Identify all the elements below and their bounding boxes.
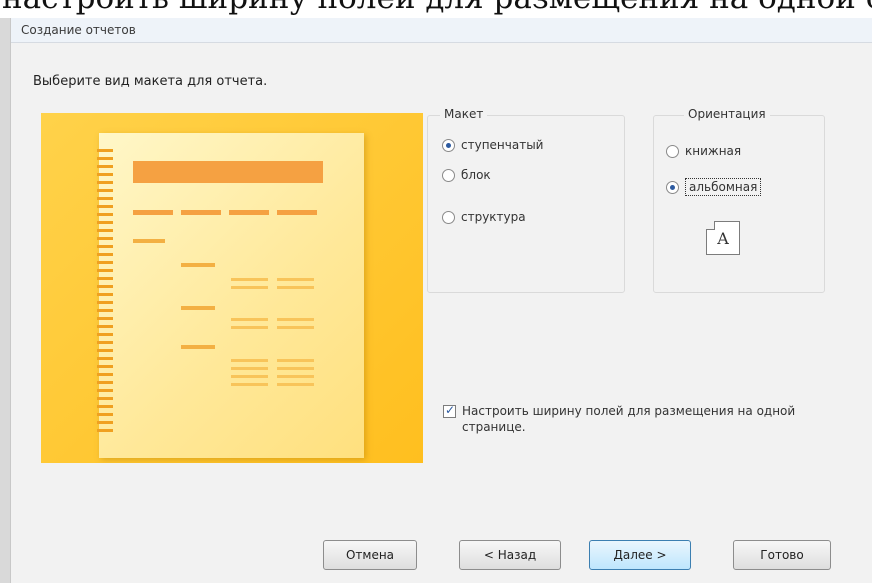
preview-detail-line — [277, 326, 314, 329]
fit-width-option[interactable]: Настроить ширину полей для размещения на… — [443, 402, 832, 435]
orientation-option-portrait[interactable]: книжная — [666, 142, 741, 160]
radio-button-icon[interactable] — [442, 210, 455, 224]
layout-option-outline[interactable]: структура — [442, 208, 526, 226]
landscape-page-icon: A — [706, 221, 740, 255]
fit-width-label: Настроить ширину полей для размещения на… — [462, 404, 796, 434]
orientation-group: Ориентация книжная альбомная A — [653, 107, 825, 293]
preview-group-line — [181, 345, 215, 349]
radio-button-icon[interactable] — [442, 168, 455, 182]
layout-group: Макет ступенчатый блок структура — [427, 107, 625, 293]
window-edge — [0, 18, 10, 583]
page-binding — [97, 149, 113, 433]
preview-detail-line — [277, 278, 314, 281]
preview-detail-line — [231, 326, 268, 329]
layout-preview — [41, 113, 423, 463]
radio-button-icon[interactable] — [442, 138, 455, 152]
orientation-option-label: книжная — [685, 144, 742, 158]
preview-title-bar — [133, 161, 323, 183]
report-wizard-dialog: Создание отчетов Выберите вид макета для… — [10, 18, 872, 583]
preview-detail-line — [277, 367, 314, 370]
layout-option-label: ступенчатый — [461, 138, 544, 152]
layout-option-stepped[interactable]: ступенчатый — [442, 136, 543, 154]
next-button[interactable]: Далее > — [589, 540, 691, 570]
preview-header-cell — [133, 210, 173, 215]
preview-detail-line — [231, 286, 268, 289]
layout-option-label: блок — [461, 168, 491, 182]
window-title: Создание отчетов — [21, 23, 136, 37]
preview-header-cell — [181, 210, 221, 215]
preview-header-cell — [229, 210, 269, 215]
finish-button[interactable]: Готово — [733, 540, 831, 570]
document-text: настроить ширину полей для размещения на… — [0, 0, 872, 18]
preview-header-cell — [277, 210, 317, 215]
orientation-option-landscape[interactable]: альбомная — [666, 178, 762, 196]
preview-group-line — [181, 306, 215, 310]
preview-detail-line — [277, 286, 314, 289]
preview-detail-line — [231, 367, 268, 370]
radio-button-icon[interactable] — [666, 180, 679, 194]
layout-option-label: структура — [461, 210, 526, 224]
preview-group-line — [133, 239, 165, 243]
preview-group-line — [181, 263, 215, 267]
layout-group-legend: Макет — [440, 107, 488, 121]
preview-detail-line — [277, 359, 314, 362]
checkbox-icon[interactable] — [443, 402, 456, 418]
title-bar: Создание отчетов — [11, 18, 872, 43]
radio-button-icon[interactable] — [666, 144, 679, 158]
preview-detail-line — [277, 375, 314, 378]
preview-detail-line — [231, 318, 268, 321]
preview-detail-line — [231, 278, 268, 281]
preview-detail-line — [231, 375, 268, 378]
preview-detail-line — [277, 318, 314, 321]
layout-prompt: Выберите вид макета для отчета. — [33, 74, 268, 89]
orientation-option-label: альбомная — [685, 178, 762, 196]
preview-detail-line — [277, 383, 314, 386]
back-button[interactable]: < Назад — [459, 540, 561, 570]
orientation-group-legend: Ориентация — [684, 107, 770, 121]
layout-option-block[interactable]: блок — [442, 166, 491, 184]
preview-detail-line — [231, 359, 268, 362]
cancel-button[interactable]: Отмена — [323, 540, 417, 570]
preview-detail-line — [231, 383, 268, 386]
